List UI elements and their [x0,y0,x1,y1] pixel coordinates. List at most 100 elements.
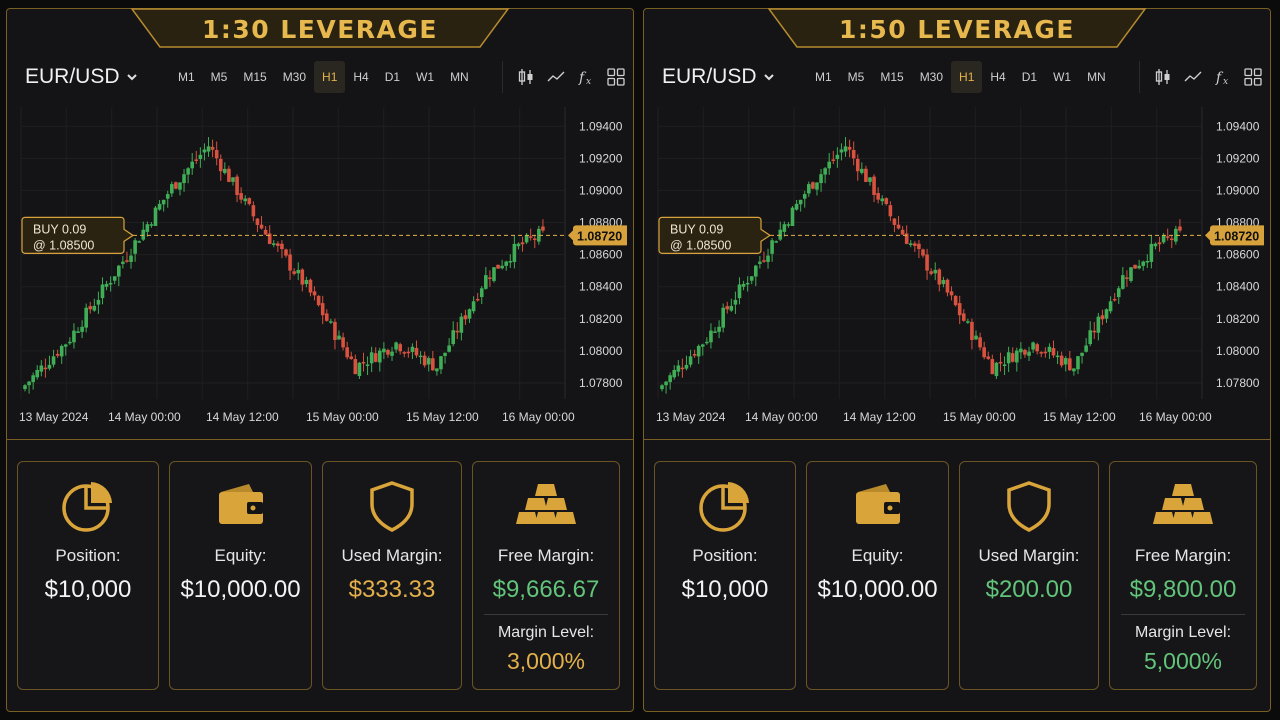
candle-body [835,154,840,160]
chevron-down-icon [126,74,137,81]
candle-body [851,149,856,159]
candle-body [823,168,827,175]
candle-body [125,260,129,262]
fx-icon[interactable]: fx [577,68,595,86]
position-label: Position: [692,546,758,565]
timeframe-m30[interactable]: M30 [275,61,314,93]
candle-body [929,271,933,274]
timeframe-m5[interactable]: M5 [203,61,236,93]
candle-body [210,146,215,150]
timeframe-h4[interactable]: H4 [982,61,1013,93]
candle-body [426,358,431,365]
timeframe-d1[interactable]: D1 [377,61,408,93]
candle-body [312,291,317,296]
candle-body [753,265,758,277]
candle-body [39,365,44,372]
candle-body [1137,265,1141,269]
candle-body [443,352,447,356]
timeframe-w1[interactable]: W1 [1045,61,1079,93]
candle-body [492,267,496,281]
timeframe-d1[interactable]: D1 [1014,61,1045,93]
svg-text:x: x [1223,77,1228,86]
symbol-selector[interactable]: EUR/USD [662,65,807,89]
candle-body [341,337,345,348]
candle-body [1047,346,1052,352]
candle-body [182,174,186,184]
candle-body [31,375,35,383]
price-tick-label: 1.08600 [579,248,623,262]
candle-body [921,249,925,256]
price-chart[interactable]: 1.09400 1.09200 1.09000 1.08800 1.08600 1.084… [13,99,627,437]
candle-body [839,149,844,153]
price-tick-label: 1.08400 [1216,280,1260,294]
line-chart-icon[interactable] [1184,68,1202,86]
candle-body [280,243,284,250]
timeframe-h4[interactable]: H4 [345,61,376,93]
candle-body [774,241,778,243]
candle-body [496,264,500,269]
equity-label: Equity: [851,546,904,565]
timeframe-w1[interactable]: W1 [408,61,442,93]
candle-body [133,240,137,254]
margin-level-value: 3,000% [506,648,585,674]
candle-body [672,369,677,378]
order-label-line1: BUY 0.09 [33,222,86,236]
candle-body [982,347,986,358]
timeframe-m15[interactable]: M15 [872,61,911,93]
candle-body [884,198,889,204]
candlestick-chart: 1.094001.092001.090001.088001.086001.084… [656,107,1264,424]
free-margin-value: $9,666.67 [492,576,600,603]
candle-body [88,306,93,310]
line-chart-icon[interactable] [547,68,565,86]
candle-body [1112,298,1117,301]
panel-title-banner: 1:50 LEVERAGE [767,7,1147,51]
timeframe-m1[interactable]: M1 [807,61,840,93]
fx-icon[interactable]: fx [1214,68,1232,86]
candlestick-icon[interactable] [517,68,535,86]
timeframe-m30[interactable]: M30 [912,61,951,93]
candle-body [1141,261,1146,266]
candle-body [68,341,72,344]
candle-body [1169,238,1174,241]
candlestick-icon[interactable] [1154,68,1172,86]
candle-body [51,356,56,365]
candle-body [27,381,31,386]
shield-icon [999,476,1059,536]
timeframe-m15[interactable]: M15 [235,61,274,93]
candle-body [913,243,917,246]
candle-body [794,203,799,210]
price-tick-label: 1.08200 [1216,312,1260,326]
leverage-panel-1x30: 1:30 LEVERAGE EUR/USD M1 M5 M15 M30 H1 H… [6,8,634,712]
grid-icon[interactable] [607,68,625,86]
candle-body [194,159,199,161]
candle-body [1035,344,1039,352]
price-chart[interactable]: 1.09400 1.09200 1.09000 1.08800 1.08600 1.084… [650,99,1264,437]
timeframe-h1[interactable]: H1 [314,61,346,93]
timeframe-m5[interactable]: M5 [840,61,873,93]
price-tick-label: 1.08000 [579,344,623,358]
candle-body [141,229,146,240]
candle-body [394,342,398,350]
candle-body [202,149,207,153]
timeframe-mn[interactable]: MN [1079,61,1114,93]
grid-icon[interactable] [1244,68,1262,86]
candle-body [255,218,260,225]
candle-body [1104,309,1109,319]
timeframe-h1[interactable]: H1 [951,61,983,93]
candle-body [1088,330,1093,345]
candle-body [684,364,689,369]
symbol-selector[interactable]: EUR/USD [25,65,170,89]
free-margin-card: Free Margin: $9,666.67 Margin Level: 3,0… [472,461,620,690]
free-margin-card: Free Margin: $9,800.00 Margin Level: 5,0… [1109,461,1257,690]
candle-body [239,193,243,200]
svg-text:x: x [586,77,591,86]
candle-body [218,158,223,172]
candle-body [1063,358,1068,365]
position-label: Position: [55,546,121,565]
price-tick-label: 1.08200 [579,312,623,326]
candle-body [729,305,734,311]
candle-body [860,168,864,173]
timeframe-mn[interactable]: MN [442,61,477,93]
candle-body [1133,264,1137,269]
timeframe-m1[interactable]: M1 [170,61,203,93]
